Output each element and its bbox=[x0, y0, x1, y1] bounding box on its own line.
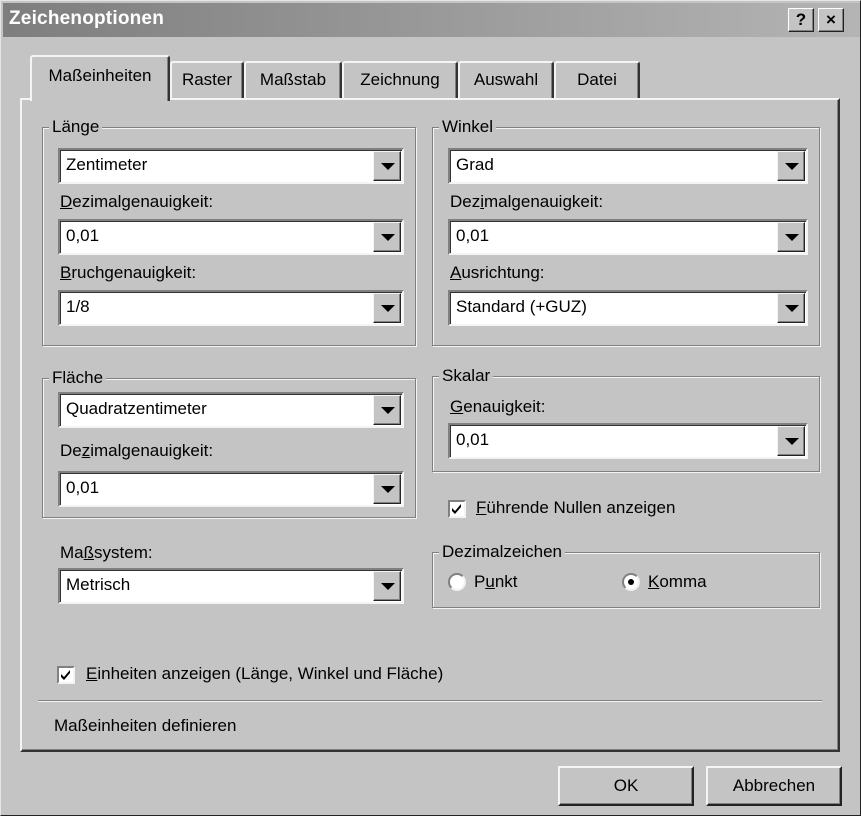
dropdown-arrow-icon[interactable] bbox=[373, 293, 401, 323]
laenge-unit-value: Zentimeter bbox=[66, 155, 148, 174]
winkel-decimal-combo[interactable]: 0,01 bbox=[448, 219, 808, 255]
leading-zeros-checkbox[interactable] bbox=[448, 500, 466, 518]
laenge-fraction-combo[interactable]: 1/8 bbox=[58, 290, 404, 326]
skalar-precision-label: Genauigkeit: bbox=[450, 397, 546, 416]
status-separator bbox=[38, 700, 822, 702]
radio-punkt-label[interactable]: Punkt bbox=[474, 572, 518, 592]
radio-komma[interactable] bbox=[622, 573, 640, 591]
window-title: Zeichenoptionen bbox=[9, 8, 164, 29]
measure-system-value: Metrisch bbox=[66, 575, 131, 594]
tab-raster[interactable]: Raster bbox=[170, 61, 244, 99]
dropdown-arrow-icon[interactable] bbox=[373, 571, 401, 601]
dropdown-arrow-icon[interactable] bbox=[373, 151, 401, 181]
dropdown-arrow-icon[interactable] bbox=[777, 151, 805, 181]
leading-zeros-label[interactable]: Führende Nullen anzeigen bbox=[476, 498, 675, 518]
dropdown-arrow-icon[interactable] bbox=[373, 474, 401, 504]
group-skalar-label: Skalar bbox=[439, 365, 494, 387]
dropdown-arrow-icon[interactable] bbox=[373, 395, 401, 425]
tab-zeichnung[interactable]: Zeichnung bbox=[342, 61, 458, 99]
close-button[interactable]: × bbox=[818, 8, 844, 32]
ok-button[interactable]: OK bbox=[558, 766, 694, 806]
help-button[interactable]: ? bbox=[788, 8, 814, 32]
winkel-orientation-label: Ausrichtung: bbox=[450, 263, 545, 282]
radio-punkt[interactable] bbox=[448, 573, 466, 591]
flaeche-decimal-combo[interactable]: 0,01 bbox=[58, 471, 404, 507]
checkmark-icon bbox=[452, 504, 461, 514]
winkel-unit-value: Grad bbox=[456, 155, 494, 174]
laenge-decimal-value: 0,01 bbox=[66, 226, 100, 245]
laenge-decimal-combo[interactable]: 0,01 bbox=[58, 219, 404, 255]
show-units-label[interactable]: Einheiten anzeigen (Länge, Winkel und Fl… bbox=[86, 664, 443, 684]
winkel-decimal-value: 0,01 bbox=[456, 226, 490, 245]
flaeche-decimal-value: 0,01 bbox=[66, 478, 100, 497]
tab-masseinheiten[interactable]: Maßeinheiten bbox=[30, 55, 170, 101]
group-winkel-label: Winkel bbox=[439, 116, 497, 138]
radio-selected-dot bbox=[628, 579, 634, 585]
flaeche-decimal-label: Dezimalgenauigkeit: bbox=[60, 441, 214, 460]
tab-massstab[interactable]: Maßstab bbox=[244, 61, 342, 99]
laenge-unit-combo[interactable]: Zentimeter bbox=[58, 148, 404, 184]
laenge-decimal-label: Dezimalgenauigkeit: bbox=[60, 192, 214, 211]
flaeche-unit-combo[interactable]: Quadratzentimeter bbox=[58, 392, 404, 428]
measure-system-label: Maßsystem: bbox=[60, 543, 153, 562]
group-laenge-label: Länge bbox=[49, 116, 103, 138]
skalar-precision-combo[interactable]: 0,01 bbox=[448, 423, 808, 459]
winkel-orientation-combo[interactable]: Standard (+GUZ) bbox=[448, 290, 808, 326]
flaeche-unit-value: Quadratzentimeter bbox=[66, 399, 207, 418]
winkel-decimal-label: Dezimalgenauigkeit: bbox=[450, 192, 604, 211]
status-text: Maßeinheiten definieren bbox=[54, 716, 237, 735]
checkmark-icon bbox=[61, 670, 70, 680]
radio-komma-label[interactable]: Komma bbox=[648, 572, 707, 592]
tab-auswahl[interactable]: Auswahl bbox=[458, 61, 554, 99]
dropdown-arrow-icon[interactable] bbox=[777, 426, 805, 456]
skalar-precision-value: 0,01 bbox=[456, 430, 490, 449]
tab-datei[interactable]: Datei bbox=[554, 61, 640, 99]
dropdown-arrow-icon[interactable] bbox=[373, 222, 401, 252]
laenge-fraction-value: 1/8 bbox=[66, 297, 90, 316]
winkel-unit-combo[interactable]: Grad bbox=[448, 148, 808, 184]
dropdown-arrow-icon[interactable] bbox=[777, 293, 805, 323]
measure-system-combo[interactable]: Metrisch bbox=[58, 568, 404, 604]
laenge-fraction-label: Bruchgenauigkeit: bbox=[60, 263, 197, 282]
group-decimal-separator-label: Dezimalzeichen bbox=[439, 541, 565, 563]
winkel-orientation-value: Standard (+GUZ) bbox=[456, 297, 587, 316]
cancel-button[interactable]: Abbrechen bbox=[706, 766, 842, 806]
group-flaeche-label: Fläche bbox=[49, 367, 107, 389]
dropdown-arrow-icon[interactable] bbox=[777, 222, 805, 252]
title-bar[interactable]: Zeichenoptionen ? × bbox=[3, 3, 860, 37]
show-units-checkbox[interactable] bbox=[57, 666, 75, 684]
